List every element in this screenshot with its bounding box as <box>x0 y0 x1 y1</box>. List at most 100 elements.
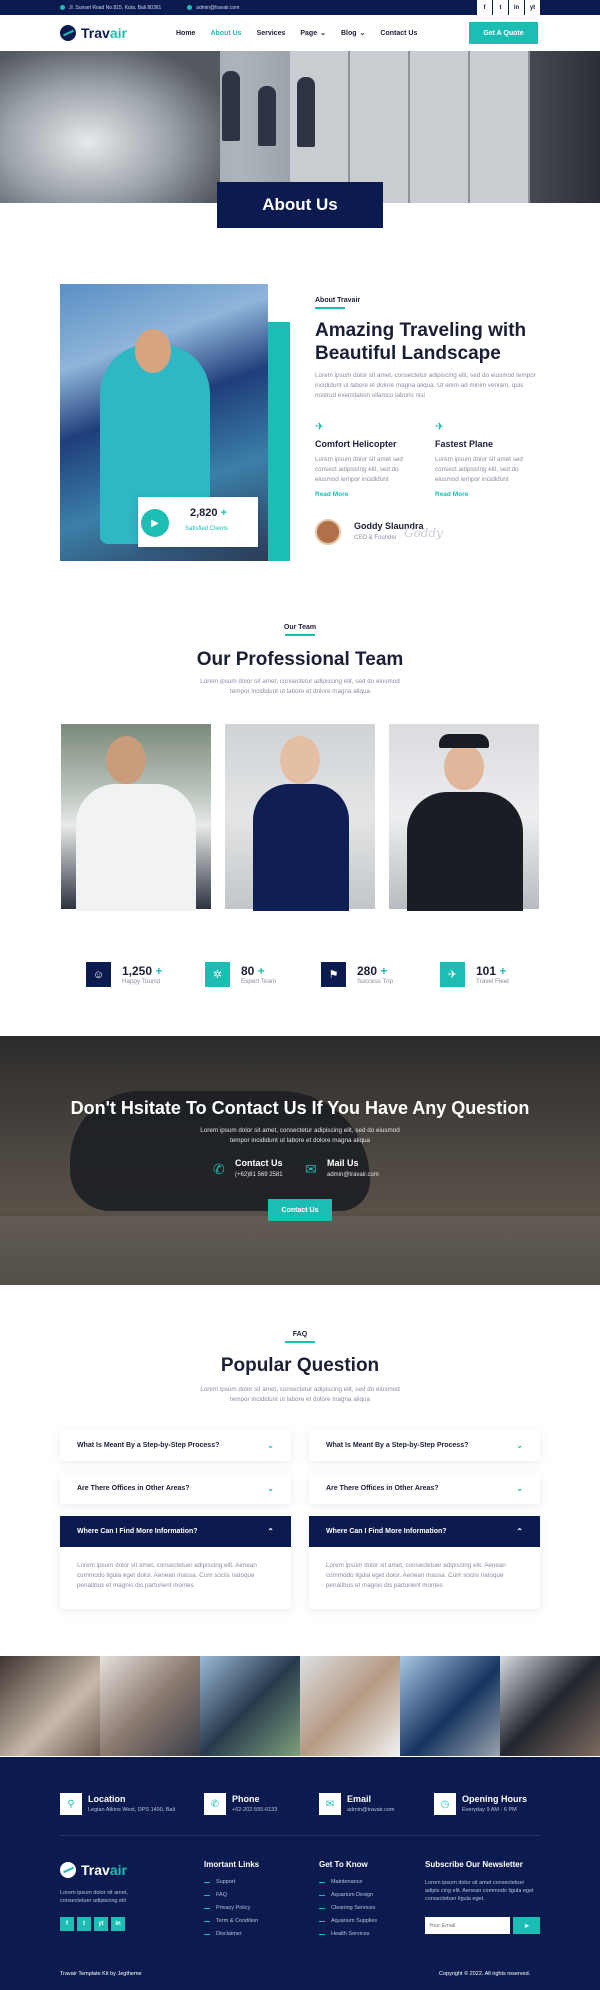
team-member-head <box>280 736 320 784</box>
footer-email-text[interactable]: admin@travair.com <box>347 1807 394 1813</box>
team-member-uniform <box>253 784 349 911</box>
mail-address[interactable]: admin@travair.com <box>327 1172 379 1178</box>
read-more-link[interactable]: Read More <box>435 491 468 498</box>
important-links: Imortant Links Support FAQ Privacy Polic… <box>204 1860 259 1944</box>
tarmac-image <box>0 1216 600 1285</box>
gallery-image[interactable] <box>200 1656 300 1756</box>
footer-link[interactable]: Privacy Policy <box>204 1905 259 1911</box>
stat-tourist: ☺ 1,250 + Happy Tourist <box>86 962 162 987</box>
footer-logo[interactable]: Trav air <box>60 1862 127 1878</box>
footer-hours-text: Everyday 9 AM - 6 PM <box>462 1807 517 1813</box>
email-text[interactable]: admin@travair.com <box>196 5 239 11</box>
footer-link[interactable]: Aquarium Design <box>319 1892 377 1898</box>
read-more-link[interactable]: Read More <box>315 491 348 498</box>
team-member-photo <box>388 723 540 911</box>
stat-value: 80 + <box>241 964 265 978</box>
nav-item-about[interactable]: About Us <box>210 30 241 37</box>
fleet-icon: ✈ <box>440 962 465 987</box>
facebook-icon[interactable]: f <box>477 0 492 15</box>
play-icon: ▶ <box>151 517 159 529</box>
twitter-icon[interactable]: t <box>77 1917 91 1931</box>
nav-item-blog[interactable]: Blog ⌄ <box>341 29 365 37</box>
faq-tag: FAQ <box>292 1331 308 1338</box>
gallery-image[interactable] <box>0 1656 100 1756</box>
footer-link[interactable]: Aquarium Supplies <box>319 1918 377 1924</box>
stat-value: 1,250 + <box>122 964 163 978</box>
contact-us-button[interactable]: Contact Us <box>268 1199 332 1221</box>
nav-item-home[interactable]: Home <box>176 30 195 37</box>
logo[interactable]: Trav air <box>60 25 127 41</box>
footer-link[interactable]: Disclaimer <box>204 1931 259 1937</box>
play-button[interactable]: ▶ <box>141 509 169 537</box>
faq-item[interactable]: What Is Meant By a Step-by-Step Process?… <box>60 1430 291 1461</box>
gallery-image[interactable] <box>500 1656 600 1756</box>
aircraft-image <box>0 51 220 203</box>
team-member-photo <box>60 723 212 911</box>
about-title: Amazing Traveling with Beautiful Landsca… <box>315 320 527 364</box>
nav-item-contact[interactable]: Contact Us <box>380 30 417 37</box>
youtube-icon[interactable]: yt <box>525 0 540 15</box>
faq-item[interactable]: Are There Offices in Other Areas? ⌄ <box>309 1473 540 1504</box>
contact-phone[interactable]: (+62)81 569 2581 <box>235 1172 283 1178</box>
youtube-icon[interactable]: yt <box>94 1917 108 1931</box>
contact-cta-section <box>0 1036 600 1285</box>
newsletter-text: Lorem ipsum dolor sit amet consectetuer … <box>425 1880 534 1902</box>
faq-answer: Lorem ipsum dolor sit amet, consectetuer… <box>309 1547 540 1609</box>
contact-title: Contact Us <box>235 1158 283 1168</box>
signature: Goddy <box>404 526 443 540</box>
faq-item-open[interactable]: Where Can I Find More Information? ⌃ <box>60 1516 291 1547</box>
footer-link[interactable]: FAQ <box>204 1892 259 1898</box>
gallery-image[interactable] <box>300 1656 400 1756</box>
twitter-icon[interactable]: t <box>493 0 508 15</box>
facebook-icon[interactable]: f <box>60 1917 74 1931</box>
send-icon[interactable]: ➤ <box>513 1917 540 1934</box>
instagram-icon[interactable]: in <box>111 1917 125 1931</box>
newsletter: Subscribe Our Newsletter Lorem ipsum dol… <box>425 1860 540 1903</box>
tag-underline <box>315 307 345 309</box>
faq-answer: Lorem ipsum dolor sit amet, consectetuer… <box>60 1547 291 1609</box>
team-text-line1: Lorem ipsum dolor sit amet, consectetur … <box>200 678 400 685</box>
chevron-up-icon: ⌃ <box>267 1527 274 1536</box>
footer-link[interactable]: Term & Condition <box>204 1918 259 1924</box>
footer-phone-text[interactable]: +62-202-555-0133 <box>232 1807 277 1813</box>
nav-item-blog-label: Blog <box>340 30 357 37</box>
chevron-down-icon: ⌄ <box>516 1484 523 1493</box>
instagram-icon[interactable]: in <box>509 0 524 15</box>
faq-question: What Is Meant By a Step-by-Step Process? <box>326 1442 469 1449</box>
faq-item[interactable]: What Is Meant By a Step-by-Step Process?… <box>309 1430 540 1461</box>
gallery-image[interactable] <box>100 1656 200 1756</box>
footer-location-title: Location <box>88 1794 126 1804</box>
footer-social: f t yt in <box>60 1912 128 1931</box>
faq-item-open[interactable]: Where Can I Find More Information? ⌃ <box>309 1516 540 1547</box>
faq-text-line1: Lorem ipsum dolor sit amet, consectetur … <box>200 1386 400 1393</box>
faq-item[interactable]: Are There Offices in Other Areas? ⌄ <box>60 1473 291 1504</box>
address-text: Jl. Sunset Road No.815, Kuta, Bali 80361 <box>69 4 162 11</box>
mail-icon: ✉ <box>305 1161 317 1177</box>
stat-value: 101 + <box>476 964 507 978</box>
mail-title: Mail Us <box>327 1158 359 1168</box>
author-role: CEO & Founder <box>354 535 397 541</box>
footer-link[interactable]: Health Services <box>319 1931 377 1937</box>
nav-item-services[interactable]: Services <box>257 30 286 37</box>
gallery-image[interactable] <box>400 1656 500 1756</box>
plane-logo-icon <box>60 1862 76 1878</box>
newsletter-email-input[interactable] <box>425 1917 510 1934</box>
faq-question: What Is Meant By a Step-by-Step Process? <box>77 1442 220 1449</box>
faq-question: Are There Offices in Other Areas? <box>326 1485 439 1492</box>
about-tag: About Travair <box>315 297 361 304</box>
stat-value: 280 + <box>357 964 388 978</box>
feature-text-helicopter: Lorem ipsum dolor sit amet sed consect a… <box>315 456 403 483</box>
nav-item-page[interactable]: Page ⌄ <box>300 29 326 37</box>
footer-link[interactable]: Support <box>204 1879 259 1885</box>
chevron-down-icon: ⌄ <box>359 30 366 37</box>
email-info[interactable]: admin@travair.com <box>187 5 239 11</box>
team-member-uniform <box>407 792 523 911</box>
footer-link[interactable]: Maintenance <box>319 1879 377 1885</box>
get-quote-button[interactable]: Get A Quote <box>469 22 538 44</box>
avatar <box>315 519 341 545</box>
phone-icon: ✆ <box>213 1161 225 1177</box>
team-icon: ✲ <box>205 962 230 987</box>
stat-label: Happy Tourist <box>122 978 161 985</box>
footer-link[interactable]: Cleaning Services <box>319 1905 377 1911</box>
team-member-photo <box>224 723 376 911</box>
